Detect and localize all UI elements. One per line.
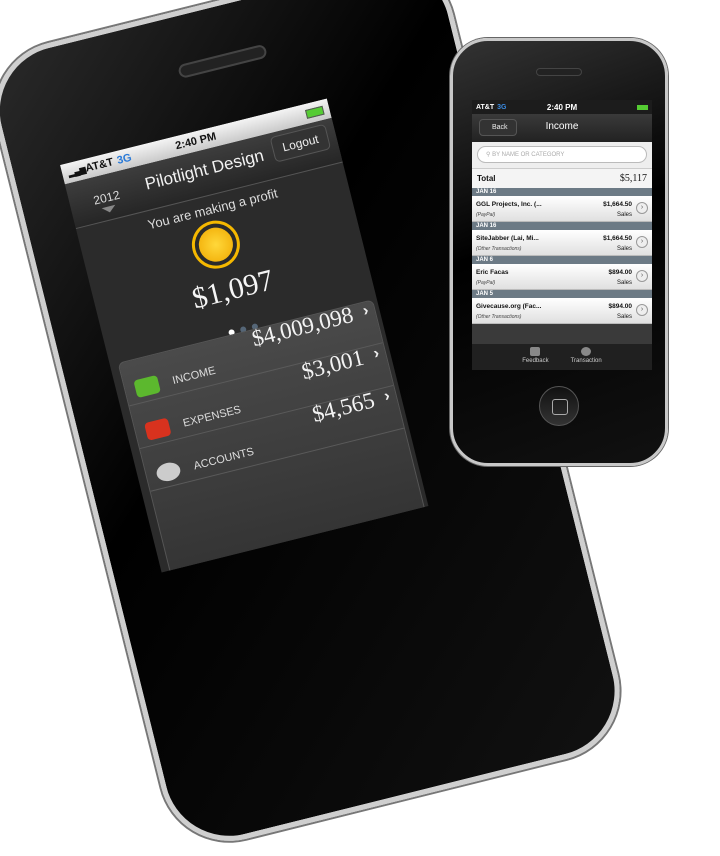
date-header: JAN 5 (472, 290, 652, 298)
battery-icon (637, 104, 648, 110)
category: Sales (616, 246, 632, 252)
tab-bar: Feedback Transaction (472, 344, 652, 370)
add-transaction-icon (581, 347, 592, 356)
source: (Other Transactions) (476, 246, 522, 252)
feedback-icon (530, 347, 541, 356)
transaction-row[interactable]: GGL Projects, Inc. (... (PayPal) $1,664.… (472, 196, 652, 222)
amount: $1,664.50 (603, 201, 632, 208)
category: Sales (616, 280, 632, 286)
tab-transaction[interactable]: Transaction (571, 344, 602, 370)
source: (Other Transactions) (476, 314, 522, 320)
income-screen: AT&T 3G 2:40 PM Income Back ⚲ BY NAME OR… (472, 100, 652, 370)
total-amount: $5,117 (619, 173, 647, 184)
year-selector[interactable]: 2012 (92, 188, 121, 208)
green-arrow-icon (133, 374, 161, 399)
payer-name: Givecause.org (Fac... (476, 303, 542, 310)
back-button[interactable]: Back (479, 119, 517, 136)
amount: $1,664.50 (603, 235, 632, 242)
chevron-right-icon: › (371, 344, 381, 363)
tab-label: Transaction (570, 358, 602, 364)
transaction-row[interactable]: SiteJabber (Lai, Mi... (Other Transactio… (472, 230, 652, 256)
sun-icon (195, 224, 237, 266)
total-label: Total (477, 174, 496, 183)
source: (PayPal) (476, 280, 496, 286)
chevron-right-icon: › (361, 301, 371, 320)
date-header: JAN 16 (472, 188, 652, 196)
amount: $894.00 (608, 303, 633, 310)
background-texture (472, 324, 652, 344)
disclosure-icon[interactable]: › (636, 202, 648, 214)
red-arrow-icon (143, 417, 172, 441)
dropdown-arrow-icon[interactable] (101, 204, 119, 221)
search-bar: ⚲ BY NAME OR CATEGORY (472, 142, 652, 168)
amount: $894.00 (608, 269, 633, 276)
disclosure-icon[interactable]: › (636, 236, 648, 248)
money-bag-icon (154, 460, 183, 484)
status-bar: AT&T 3G 2:40 PM (472, 100, 652, 114)
disclosure-icon[interactable]: › (636, 270, 648, 282)
transaction-list: JAN 16 GGL Projects, Inc. (... (PayPal) … (472, 188, 652, 324)
nav-bar: Income Back (472, 114, 652, 142)
category: Sales (616, 212, 632, 218)
tab-label: Feedback (522, 358, 549, 364)
payer-name: SiteJabber (Lai, Mi... (476, 235, 539, 242)
income-label: INCOME (171, 364, 217, 387)
search-placeholder: BY NAME OR CATEGORY (492, 152, 565, 158)
date-header: JAN 6 (472, 256, 652, 264)
home-button[interactable] (539, 386, 579, 426)
category: Sales (616, 314, 632, 320)
clock: 2:40 PM (546, 102, 578, 112)
payer-name: Eric Facas (476, 269, 509, 276)
chevron-right-icon: › (382, 387, 392, 406)
transaction-row[interactable]: Eric Facas (PayPal) $894.00 Sales › (472, 264, 652, 290)
speaker (536, 68, 582, 76)
accounts-label: ACCOUNTS (192, 445, 256, 473)
payer-name: GGL Projects, Inc. (... (476, 201, 542, 208)
source: (PayPal) (476, 212, 496, 218)
speaker (177, 43, 268, 80)
search-input[interactable]: ⚲ BY NAME OR CATEGORY (477, 146, 647, 163)
transaction-row[interactable]: Givecause.org (Fac... (Other Transaction… (472, 298, 652, 324)
total-row: Total $5,117 (472, 168, 652, 188)
disclosure-icon[interactable]: › (636, 304, 648, 316)
date-header: JAN 16 (472, 222, 652, 230)
tab-feedback[interactable]: Feedback (522, 344, 549, 370)
